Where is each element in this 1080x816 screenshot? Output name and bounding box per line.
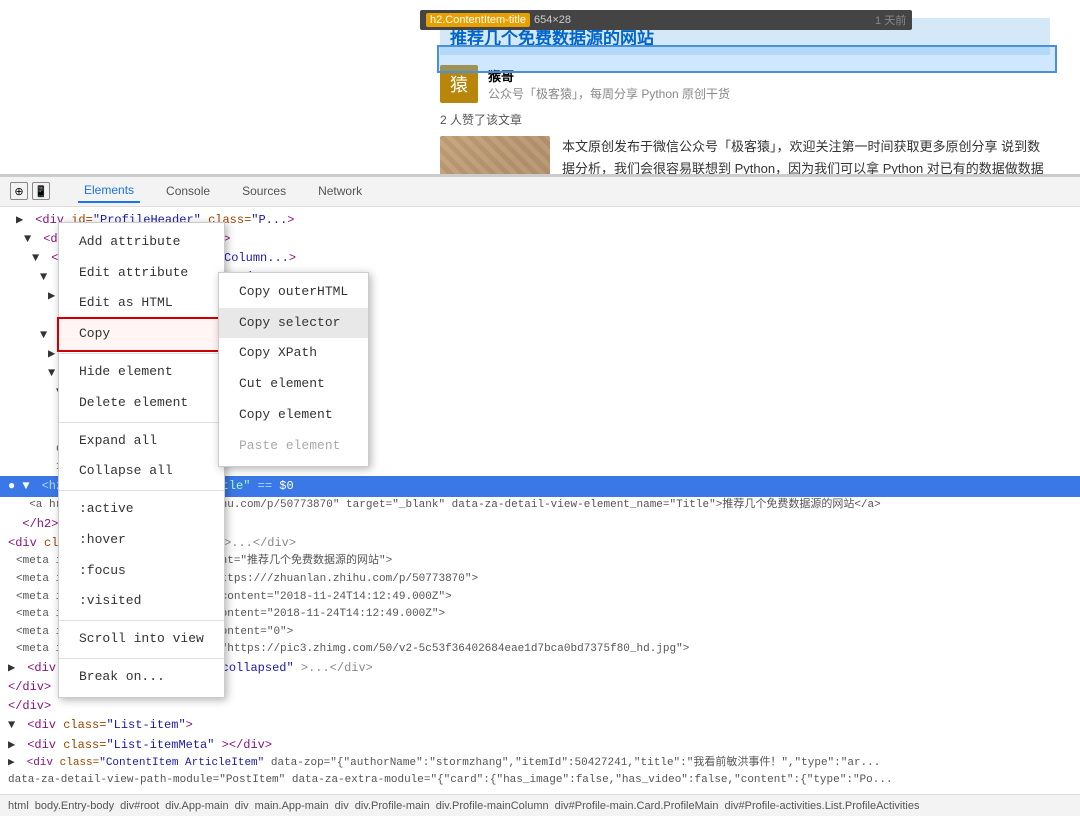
copy-xpath[interactable]: Copy XPath bbox=[219, 338, 368, 369]
copy-element[interactable]: Copy element bbox=[219, 400, 368, 431]
inspect-icon[interactable]: ⊕ bbox=[10, 182, 28, 200]
dom-line: ▶ <div class="List-itemMeta" ></div> bbox=[0, 736, 1080, 755]
cm-state-hover[interactable]: :hover bbox=[59, 525, 224, 556]
devtools-panel: ⊕ 📱 Elements Console Sources Network ▶ <… bbox=[0, 175, 1080, 816]
article-body: 本文原创发布于微信公众号「极客猿」，欢迎关注第一时间获取更多原创分享 说到数据分… bbox=[440, 136, 1050, 175]
cm-divider5 bbox=[59, 658, 224, 659]
article-title-link[interactable]: 推荐几个免费数据源的网站 bbox=[450, 29, 654, 48]
dom-line: ▼ <div class="List-item"> bbox=[0, 716, 1080, 735]
element-badge: h2.ContentItem-title 654×28 1 天前 bbox=[420, 10, 912, 30]
article-body-text: 本文原创发布于微信公众号「极客猿」，欢迎关注第一时间获取更多原创分享 说到数据分… bbox=[562, 136, 1050, 175]
device-icon[interactable]: 📱 bbox=[32, 182, 50, 200]
breadcrumb-profile-col[interactable]: div.Profile-mainColumn bbox=[434, 800, 551, 812]
element-time: 1 天前 bbox=[875, 12, 906, 28]
cm-divider3 bbox=[59, 490, 224, 491]
cm-copy[interactable]: Copy bbox=[59, 319, 224, 350]
readers-count: 2 人赞了该文章 bbox=[440, 111, 1050, 128]
cm-scroll-view[interactable]: Scroll into view bbox=[59, 624, 224, 655]
article-thumbnail bbox=[440, 136, 550, 175]
devtools-action-icons: ⊕ 📱 bbox=[10, 182, 50, 200]
tab-console[interactable]: Console bbox=[160, 180, 216, 202]
dom-line: ▶ <div class="ContentItem ArticleItem" d… bbox=[0, 755, 900, 773]
dom-line: data-za-detail-view-path-module="PostIte… bbox=[0, 772, 900, 790]
author-row: 猿 猴哥 公众号「极客猿」，每周分享 Python 原创干货 bbox=[440, 65, 1050, 103]
author-name[interactable]: 猴哥 bbox=[488, 66, 730, 85]
element-tag: h2.ContentItem-title bbox=[426, 13, 530, 27]
cm-state-visited[interactable]: :visited bbox=[59, 586, 224, 617]
dom-tree[interactable]: ▶ <div id="ProfileHeader" class="P...> ▼… bbox=[0, 207, 1080, 794]
cm-hide-element[interactable]: Hide element bbox=[59, 357, 224, 388]
breadcrumb-profile-main[interactable]: div.Profile-main bbox=[353, 800, 432, 812]
dom-line: </div> bbox=[0, 697, 1080, 716]
cm-divider2 bbox=[59, 422, 224, 423]
cm-expand-all[interactable]: Expand all bbox=[59, 426, 224, 457]
copy-selector[interactable]: Copy selector bbox=[219, 308, 368, 339]
tab-elements[interactable]: Elements bbox=[78, 179, 140, 203]
breadcrumb-card[interactable]: div#Profile-main.Card.ProfileMain bbox=[553, 800, 721, 812]
breadcrumb-div1[interactable]: div bbox=[233, 800, 251, 812]
cm-add-attribute[interactable]: Add attribute bbox=[59, 227, 224, 258]
paste-element: Paste element bbox=[219, 431, 368, 462]
breadcrumb-div2[interactable]: div bbox=[333, 800, 351, 812]
tab-network[interactable]: Network bbox=[312, 180, 368, 202]
author-info: 猴哥 公众号「极客猿」，每周分享 Python 原创干货 bbox=[488, 66, 730, 102]
devtools-toolbar: ⊕ 📱 Elements Console Sources Network bbox=[0, 177, 1080, 207]
author-avatar: 猿 bbox=[440, 65, 478, 103]
copy-submenu: Copy outerHTML Copy selector Copy XPath … bbox=[218, 272, 369, 467]
breadcrumb-bar: html body.Entry-body div#root div.App-ma… bbox=[0, 794, 1080, 816]
cm-break-on[interactable]: Break on... bbox=[59, 662, 224, 693]
browser-container: h2.ContentItem-title 654×28 1 天前 推荐几个免费数… bbox=[0, 0, 1080, 816]
author-subtitle: 公众号「极客猿」，每周分享 Python 原创干货 bbox=[488, 85, 730, 102]
cm-state-focus[interactable]: :focus bbox=[59, 556, 224, 587]
cm-edit-html[interactable]: Edit as HTML bbox=[59, 288, 224, 319]
tab-sources[interactable]: Sources bbox=[236, 180, 292, 202]
context-menu: Add attribute Edit attribute Edit as HTM… bbox=[58, 222, 225, 698]
breadcrumb-app-main[interactable]: div.App-main bbox=[163, 800, 230, 812]
breadcrumb-body[interactable]: body.Entry-body bbox=[33, 800, 116, 812]
cm-collapse-all[interactable]: Collapse all bbox=[59, 456, 224, 487]
cm-delete-element[interactable]: Delete element bbox=[59, 388, 224, 419]
cut-element[interactable]: Cut element bbox=[219, 369, 368, 400]
cm-edit-attribute[interactable]: Edit attribute bbox=[59, 258, 224, 289]
breadcrumb-activities[interactable]: div#Profile-activities.List.ProfileActiv… bbox=[722, 800, 921, 812]
breadcrumb-html[interactable]: html bbox=[6, 800, 31, 812]
copy-outer-html[interactable]: Copy outerHTML bbox=[219, 277, 368, 308]
element-size: 654×28 bbox=[534, 14, 571, 26]
zhihu-page: h2.ContentItem-title 654×28 1 天前 推荐几个免费数… bbox=[0, 0, 1080, 174]
cm-state-active[interactable]: :active bbox=[59, 494, 224, 525]
breadcrumb-root[interactable]: div#root bbox=[118, 800, 161, 812]
breadcrumb-main[interactable]: main.App-main bbox=[253, 800, 331, 812]
cm-divider4 bbox=[59, 620, 224, 621]
page-content: h2.ContentItem-title 654×28 1 天前 推荐几个免费数… bbox=[0, 0, 1080, 175]
cm-divider1 bbox=[59, 353, 224, 354]
